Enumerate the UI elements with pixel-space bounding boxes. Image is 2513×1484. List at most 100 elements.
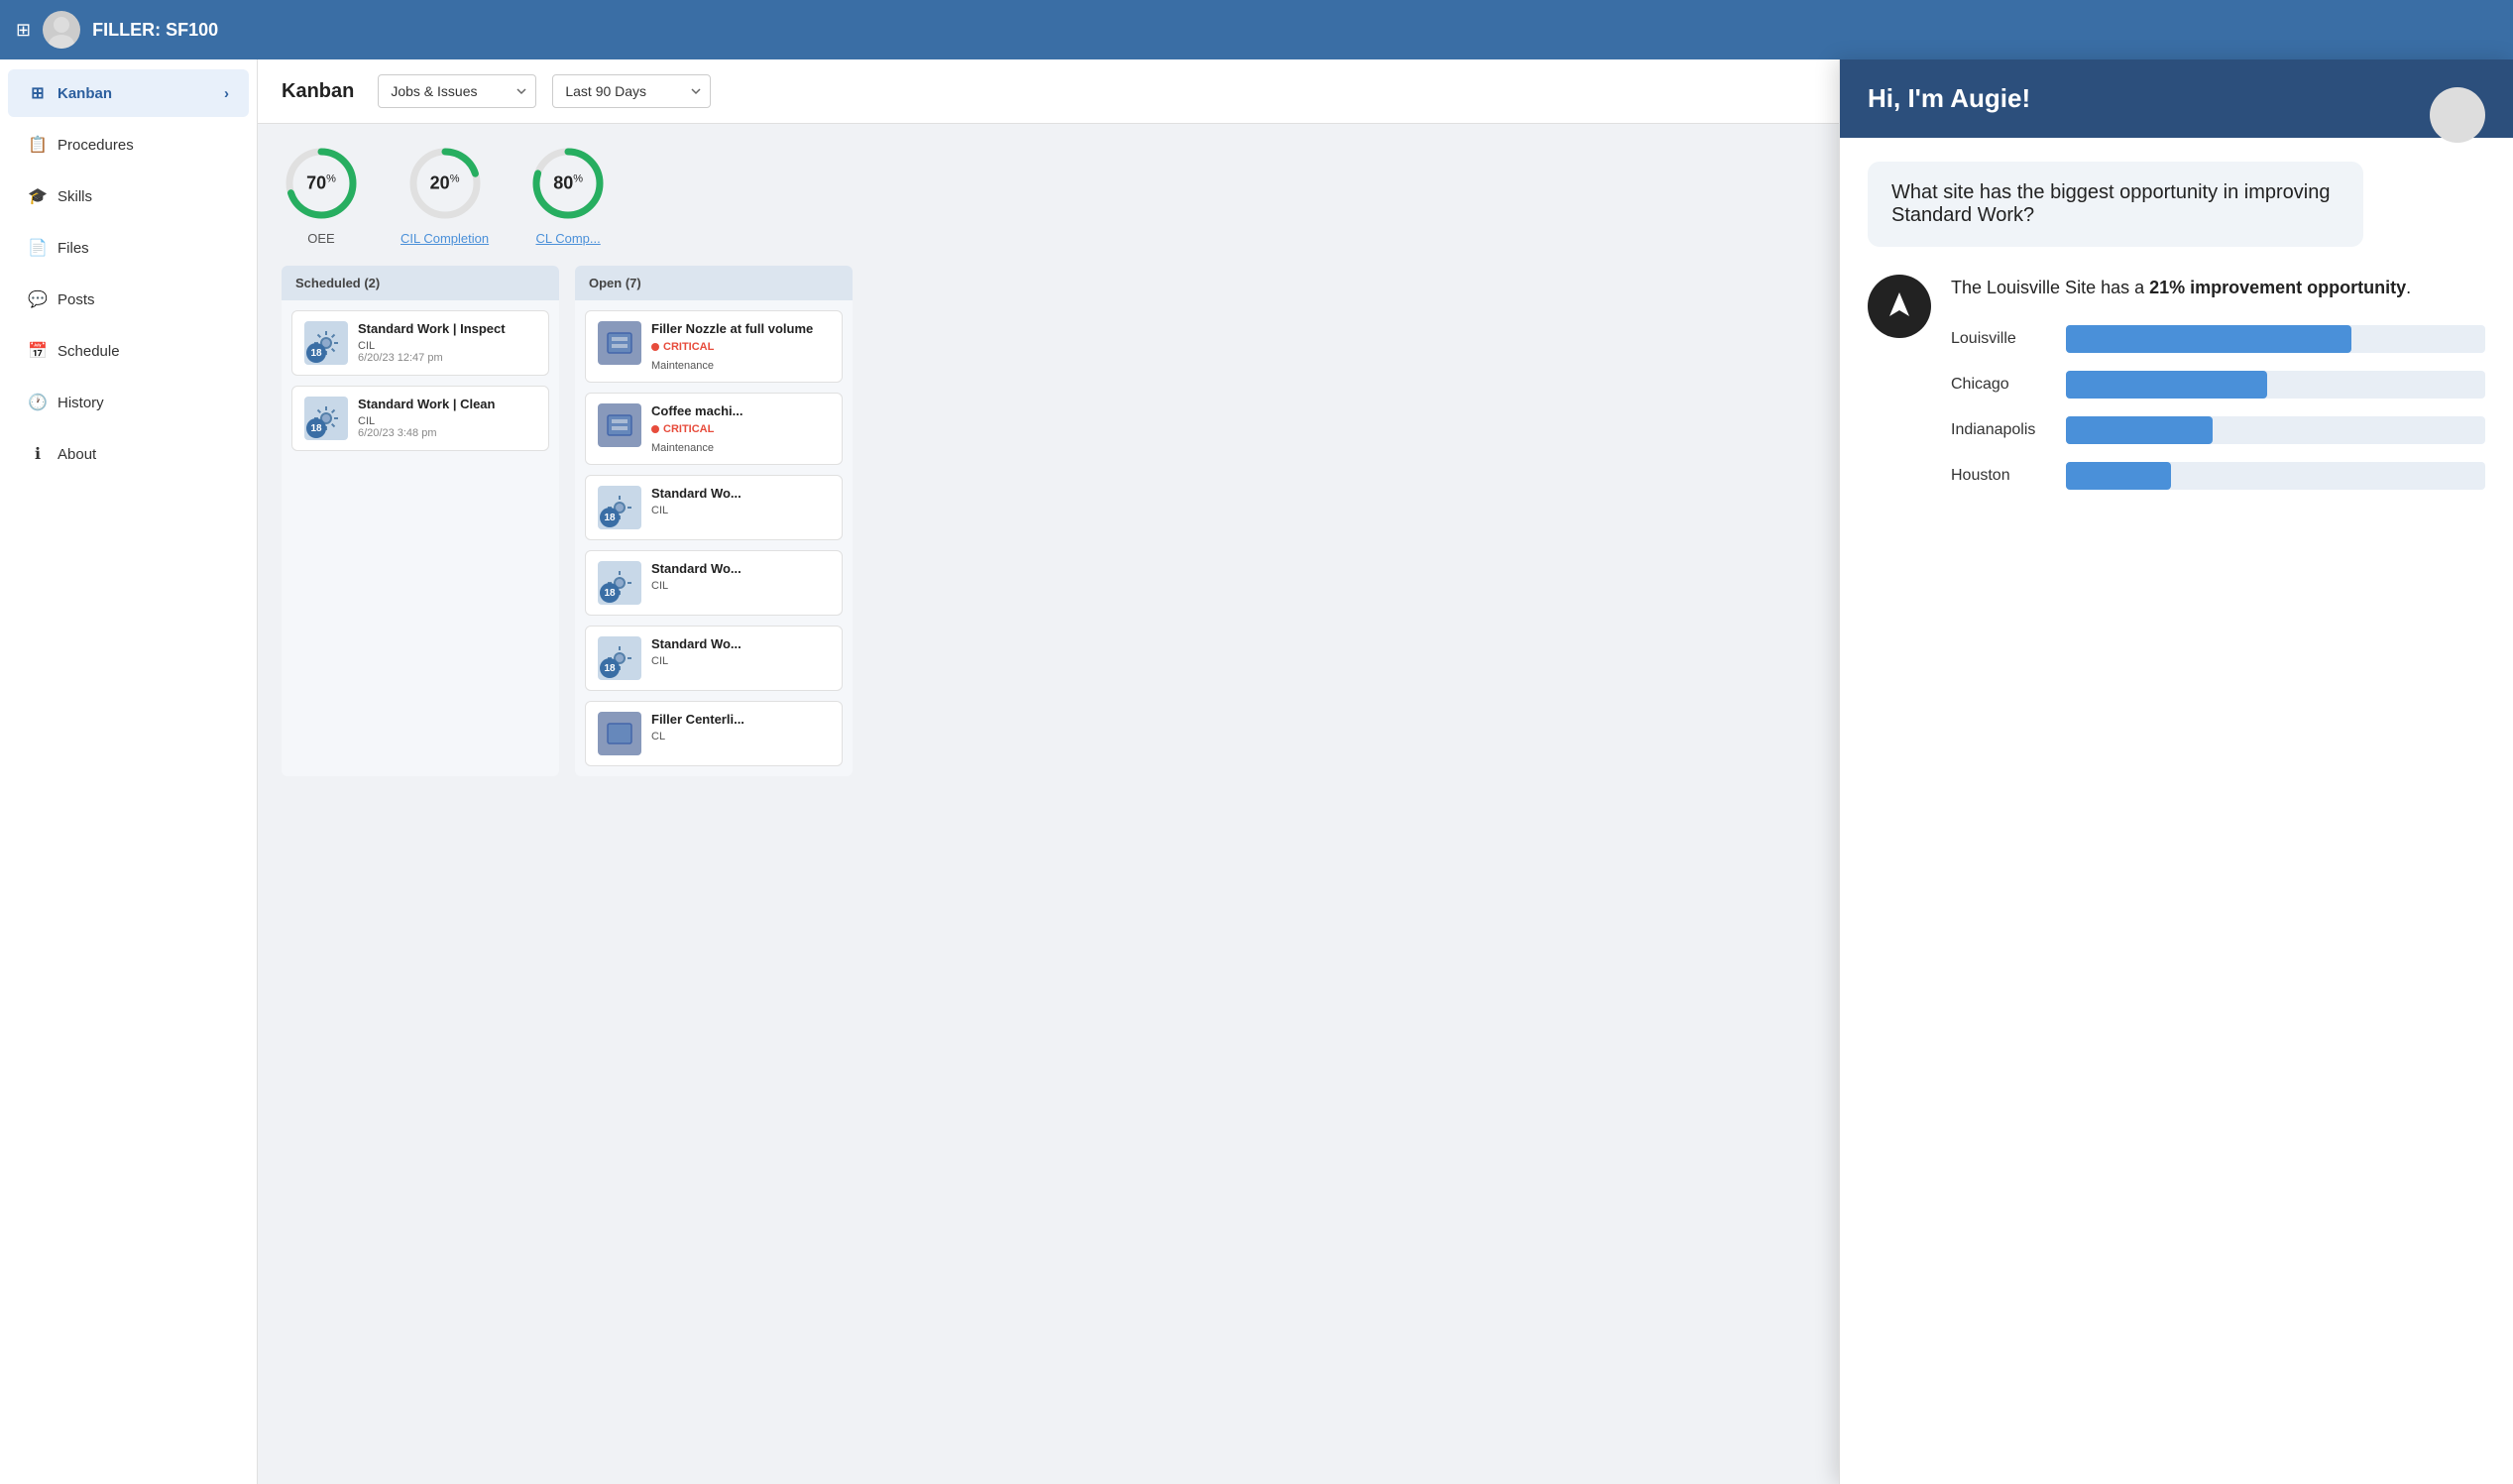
card-filler-centerli[interactable]: Filler Centerli... CL (585, 701, 843, 766)
bar-fill (2066, 462, 2171, 490)
procedures-icon: 📋 (28, 135, 48, 155)
card-tag: Maintenance (651, 442, 830, 454)
cl-value: 80% (553, 173, 583, 194)
bar-track (2066, 416, 2485, 444)
bar-row-houston: Houston (1951, 462, 2485, 490)
sidebar-label-skills: Skills (57, 188, 92, 205)
card-number: 18 (306, 418, 326, 438)
metric-cil: 20% CIL Completion (400, 144, 489, 246)
cil-donut: 20% (405, 144, 485, 223)
bar-label: Indianapolis (1951, 421, 2050, 439)
sidebar-item-about[interactable]: ℹ About (8, 430, 249, 478)
cil-value: 20% (430, 173, 460, 194)
bar-label: Houston (1951, 467, 2050, 485)
sidebar-item-kanban[interactable]: ⊞ Kanban › (8, 69, 249, 117)
card-badge-critical: CRITICAL (651, 341, 714, 353)
card-thumb (598, 712, 641, 755)
oee-donut: 70% (282, 144, 361, 223)
card-title: Filler Centerli... (651, 712, 830, 727)
bar-track (2066, 325, 2485, 353)
ai-answer-content: The Louisville Site has a 21% improvemen… (1951, 275, 2485, 490)
card-tag: CIL (358, 415, 536, 427)
bar-row-indianapolis: Indianapolis (1951, 416, 2485, 444)
card-filler-nozzle[interactable]: Filler Nozzle at full volume CRITICAL Ma… (585, 310, 843, 383)
skills-icon: 🎓 (28, 186, 48, 206)
card-standard-wo-4[interactable]: 18 Standard Wo... CIL (585, 550, 843, 616)
card-standard-work-clean[interactable]: 18 Standard Work | Clean CIL 6/20/23 3:4… (291, 386, 549, 451)
history-icon: 🕐 (28, 393, 48, 412)
cl-label: CL Comp... (535, 231, 600, 246)
card-title: Standard Wo... (651, 636, 830, 651)
sidebar-item-skills[interactable]: 🎓 Skills (8, 172, 249, 220)
sidebar: ⊞ Kanban › 📋 Procedures 🎓 Skills 📄 Files… (0, 59, 258, 1484)
column-scheduled-body: 18 Standard Work | Inspect CIL 6/20/23 1… (282, 300, 559, 461)
sidebar-item-procedures[interactable]: 📋 Procedures (8, 121, 249, 169)
card-title: Standard Work | Inspect (358, 321, 536, 336)
cl-donut: 80% (528, 144, 608, 223)
card-title: Standard Wo... (651, 486, 830, 501)
card-number: 18 (600, 658, 620, 678)
sidebar-item-schedule[interactable]: 📅 Schedule (8, 327, 249, 375)
card-tag: CL (651, 731, 830, 742)
card-date: 6/20/23 3:48 pm (358, 427, 536, 439)
column-scheduled: Scheduled (2) 18 (282, 266, 559, 776)
ai-panel-header: Hi, I'm Augie! (1840, 59, 2513, 138)
kanban-title: Kanban (282, 80, 354, 103)
card-number: 18 (600, 583, 620, 603)
ai-answer-section: The Louisville Site has a 21% improvemen… (1868, 275, 2485, 490)
bar-track (2066, 462, 2485, 490)
column-open: Open (7) (575, 266, 853, 776)
avatar (43, 11, 80, 49)
about-icon: ℹ (28, 444, 48, 464)
chevron-right-icon: › (224, 85, 229, 102)
sidebar-item-history[interactable]: 🕐 History (8, 379, 249, 426)
card-title: Filler Nozzle at full volume (651, 321, 830, 336)
bar-fill (2066, 371, 2267, 399)
card-standard-work-inspect[interactable]: 18 Standard Work | Inspect CIL 6/20/23 1… (291, 310, 549, 376)
top-header: ⊞ FILLER: SF100 (0, 0, 2513, 59)
card-tag: CIL (651, 505, 830, 516)
bar-label: Louisville (1951, 330, 2050, 348)
card-standard-wo-3[interactable]: 18 Standard Wo... CIL (585, 475, 843, 540)
oee-label: OEE (307, 231, 334, 246)
kanban-icon: ⊞ (28, 83, 48, 103)
column-scheduled-header: Scheduled (2) (282, 266, 559, 300)
card-coffee-machine[interactable]: Coffee machi... CRITICAL Maintenance (585, 393, 843, 465)
filter-days-select[interactable]: Last 90 Days Last 30 Days Last 7 Days (552, 74, 711, 108)
sidebar-label-kanban: Kanban (57, 85, 112, 102)
column-open-body: Filler Nozzle at full volume CRITICAL Ma… (575, 300, 853, 776)
grid-icon[interactable]: ⊞ (16, 20, 31, 41)
card-title: Coffee machi... (651, 403, 830, 418)
card-thumb (598, 321, 641, 365)
card-number: 18 (600, 508, 620, 527)
critical-dot (651, 343, 659, 351)
badge-label: CRITICAL (663, 341, 714, 353)
posts-icon: 💬 (28, 289, 48, 309)
sidebar-label-history: History (57, 395, 104, 411)
card-standard-wo-5[interactable]: 18 Standard Wo... CIL (585, 626, 843, 691)
sidebar-item-posts[interactable]: 💬 Posts (8, 276, 249, 323)
app-title: FILLER: SF100 (92, 20, 218, 41)
bar-label: Chicago (1951, 376, 2050, 394)
sidebar-label-procedures: Procedures (57, 137, 134, 154)
column-open-header: Open (7) (575, 266, 853, 300)
filter-type-select[interactable]: Jobs & Issues Jobs Issues (378, 74, 536, 108)
sidebar-label-about: About (57, 446, 96, 463)
card-thumb (598, 403, 641, 447)
card-date: 6/20/23 12:47 pm (358, 352, 536, 364)
files-icon: 📄 (28, 238, 48, 258)
cil-label: CIL Completion (400, 231, 489, 246)
ai-panel-body: What site has the biggest opportunity in… (1840, 138, 2513, 1484)
cil-link[interactable]: CIL Completion (400, 231, 489, 246)
cl-link[interactable]: CL Comp... (535, 231, 600, 246)
sidebar-item-files[interactable]: 📄 Files (8, 224, 249, 272)
metric-cl: 80% CL Comp... (528, 144, 608, 246)
oee-value: 70% (306, 173, 336, 194)
bar-row-chicago: Chicago (1951, 371, 2485, 399)
ai-answer-text: The Louisville Site has a 21% improvemen… (1951, 275, 2485, 301)
card-title: Standard Work | Clean (358, 397, 536, 411)
sidebar-label-schedule: Schedule (57, 343, 120, 360)
card-badge-critical: CRITICAL (651, 423, 714, 435)
badge-label: CRITICAL (663, 423, 714, 435)
card-number: 18 (306, 343, 326, 363)
